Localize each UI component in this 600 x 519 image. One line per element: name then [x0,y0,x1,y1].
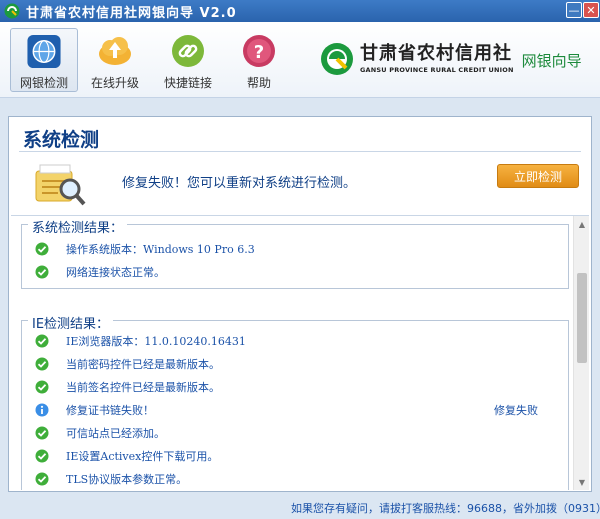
list-item: 网络连接状态正常。 [22,262,568,282]
page-title: 系统检测 [23,129,100,151]
tool-label: 快捷链接 [163,76,212,90]
list-item: 修复证书链失败！ 修复失败 [22,400,568,420]
document-search-icon [35,164,86,206]
brand-logo: 甘肃省农村信用社 GANSU PROVINCE RURAL CREDIT UNI… [320,42,582,76]
check-circle-icon [35,334,49,348]
result-text: 操作系统版本：Windows 10 Pro 6.3 [66,243,255,256]
help-icon: ? [243,35,275,67]
tool-quick-links[interactable]: 快捷链接 [154,28,222,92]
group-title: 系统检测结果： [28,217,128,236]
list-item: 当前密码控件已经是最新版本。 [22,354,568,374]
close-button[interactable]: ✕ [583,2,599,18]
check-circle-icon [35,265,49,279]
brand-name-en: GANSU PROVINCE RURAL CREDIT UNION [360,66,514,74]
check-circle-icon [35,472,49,486]
tool-online-banking-check[interactable]: 网银检测 [10,28,78,92]
list-item: 当前签名控件已经是最新版本。 [22,377,568,397]
check-circle-icon [35,426,49,440]
list-item: TLS协议版本参数正常。 [22,469,568,489]
vertical-scrollbar[interactable]: ▲ ▼ [573,216,589,490]
result-text: 修复证书链失败！ [66,404,154,417]
result-text: IE设置Activex控件下载可用。 [66,450,219,463]
result-text: 当前签名控件已经是最新版本。 [66,381,220,394]
title-bar: 甘肃省农村信用社网银向导 V2.0 — ✕ [0,0,600,22]
list-item: 操作系统版本：Windows 10 Pro 6.3 [22,239,568,259]
check-circle-icon [35,380,49,394]
system-results-group: 系统检测结果： 操作系统版本：Windows 10 Pro 6.3 网络连接状态… [21,217,569,289]
list-item: 可信站点已经添加。 [22,423,568,443]
tool-label: 帮助 [246,76,271,90]
rural-credit-union-logo-icon [321,43,353,75]
brand-subtitle: 网银向导 [521,51,582,70]
check-circle-icon [35,449,49,463]
tool-online-upgrade[interactable]: 在线升级 [81,28,149,92]
result-text: IE浏览器版本：11.0.10240.16431 [66,335,246,348]
ie-results-group: IE检测结果： IE浏览器版本：11.0.10240.16431 当前密码控件已… [21,313,569,490]
brand-name-cn: 甘肃省农村信用社 [360,43,512,64]
info-circle-icon [35,403,49,417]
window-title: 甘肃省农村信用社网银向导 V2.0 [26,5,237,21]
result-text: 当前密码控件已经是最新版本。 [66,358,220,371]
tool-label: 在线升级 [90,76,139,90]
result-text: 网络连接状态正常。 [66,266,165,279]
check-circle-icon [35,242,49,256]
status-message: 修复失败！您可以重新对系统进行检测。 [122,176,357,191]
svg-text:?: ? [254,42,264,63]
list-item: IE浏览器版本：11.0.10240.16431 [22,331,568,351]
tool-label: 网银检测 [19,76,68,90]
check-now-button[interactable]: 立即检测 [497,164,579,188]
app-logo-icon [4,3,20,19]
scrollbar-thumb[interactable] [577,273,587,363]
result-text: TLS协议版本参数正常。 [66,473,188,486]
results-scroll-area[interactable]: 系统检测结果： 操作系统版本：Windows 10 Pro 6.3 网络连接状态… [11,215,589,490]
minimize-icon: — [568,3,580,17]
result-text: 可信站点已经添加。 [66,427,165,440]
upload-cloud-icon [99,37,131,65]
group-title: IE检测结果： [28,313,114,332]
globe-icon [27,34,61,69]
toolbar: 网银检测 在线升级 快捷链接 ? 帮助 甘肃省农村信用社 GANSU PROVI… [0,22,600,98]
list-item: IE设置Activex控件下载可用。 [22,446,568,466]
close-icon: ✕ [586,3,596,17]
check-circle-icon [35,357,49,371]
divider [19,151,581,152]
main-panel: 系统检测 修复失败！您可以重新对系统进行检测。 立即检测 系统检测结果： 操作系… [8,116,592,492]
tool-help[interactable]: ? 帮助 [225,28,293,92]
scroll-down-arrow-icon[interactable]: ▼ [574,474,589,490]
link-icon [172,35,204,67]
scroll-up-arrow-icon[interactable]: ▲ [574,216,589,232]
support-hotline-text: 如果您存有疑问，请拔打客服热线：96688，省外加拨（0931）。 [291,502,600,515]
minimize-button[interactable]: — [566,2,582,18]
result-status: 修复失败 [494,404,538,417]
